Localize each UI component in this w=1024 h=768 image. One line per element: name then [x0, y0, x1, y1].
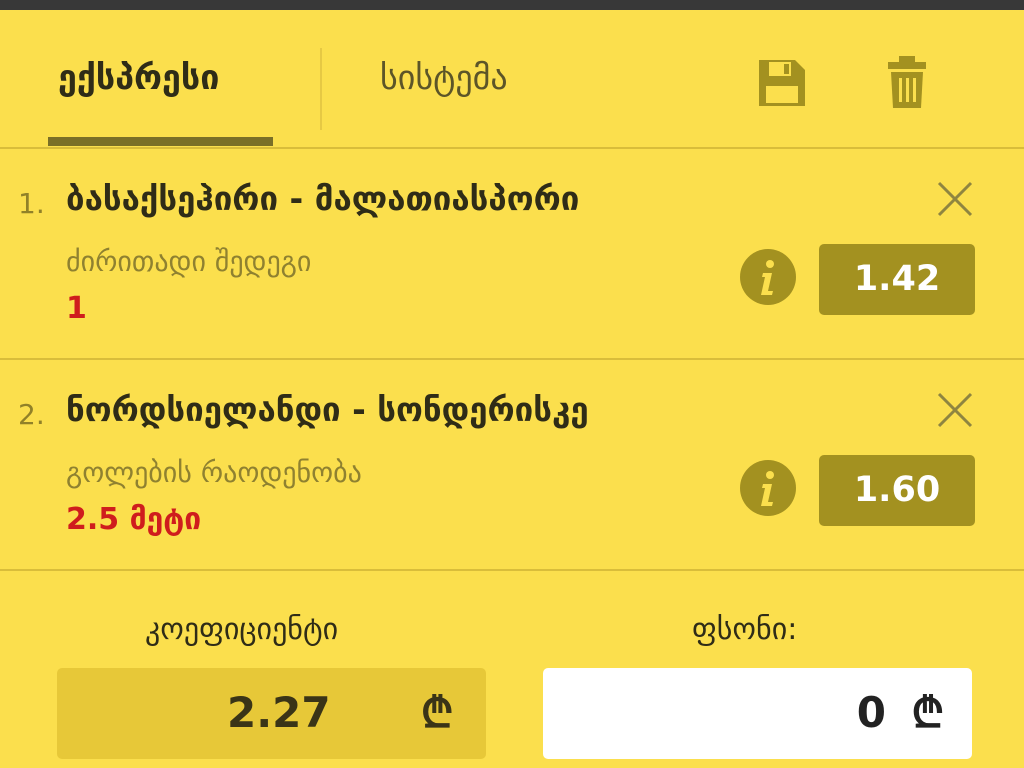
lari-icon: ₾ — [911, 688, 944, 737]
lari-icon: ₾ — [421, 688, 454, 737]
trash-icon[interactable] — [882, 54, 932, 110]
tab-express[interactable]: ექსპრესი — [58, 58, 219, 98]
bet-item: 1. ბასაქსეჰირი - მალათიასპორი ძირითადი შ… — [0, 149, 1024, 360]
bet-number: 2. — [18, 398, 45, 431]
info-icon[interactable] — [740, 460, 796, 516]
info-icon[interactable] — [740, 249, 796, 305]
stake-input[interactable]: 0 ₾ — [543, 668, 972, 759]
bet-number: 1. — [18, 187, 45, 220]
status-bar — [0, 0, 1024, 10]
coefficient-label: კოეფიციენტი — [145, 612, 339, 647]
odds-button[interactable]: 1.60 — [819, 455, 975, 526]
active-tab-indicator — [48, 137, 273, 146]
bet-match-title: ნორდსიელანდი - სონდერისკე — [66, 390, 589, 429]
total-coefficient: 2.27 ₾ — [57, 668, 486, 759]
tab-divider — [320, 48, 322, 130]
bet-market: გოლების რაოდენობა — [66, 456, 362, 489]
close-icon[interactable] — [935, 179, 975, 219]
close-icon[interactable] — [935, 390, 975, 430]
coefficient-value: 2.27 — [227, 688, 331, 737]
bet-pick: 1 — [66, 291, 87, 326]
bet-type-tabs: ექსპრესი სისტემა — [0, 10, 1024, 149]
save-icon[interactable] — [757, 54, 807, 110]
stake-label: ფსონი: — [692, 612, 798, 647]
odds-button[interactable]: 1.42 — [819, 244, 975, 315]
tab-system[interactable]: სისტემა — [380, 58, 508, 98]
bet-market: ძირითადი შედეგი — [66, 245, 312, 278]
stake-value[interactable]: 0 — [857, 688, 886, 737]
bet-match-title: ბასაქსეჰირი - მალათიასპორი — [66, 179, 580, 218]
bet-pick: 2.5 მეტი — [66, 502, 202, 537]
bet-item: 2. ნორდსიელანდი - სონდერისკე გოლების რაო… — [0, 360, 1024, 571]
